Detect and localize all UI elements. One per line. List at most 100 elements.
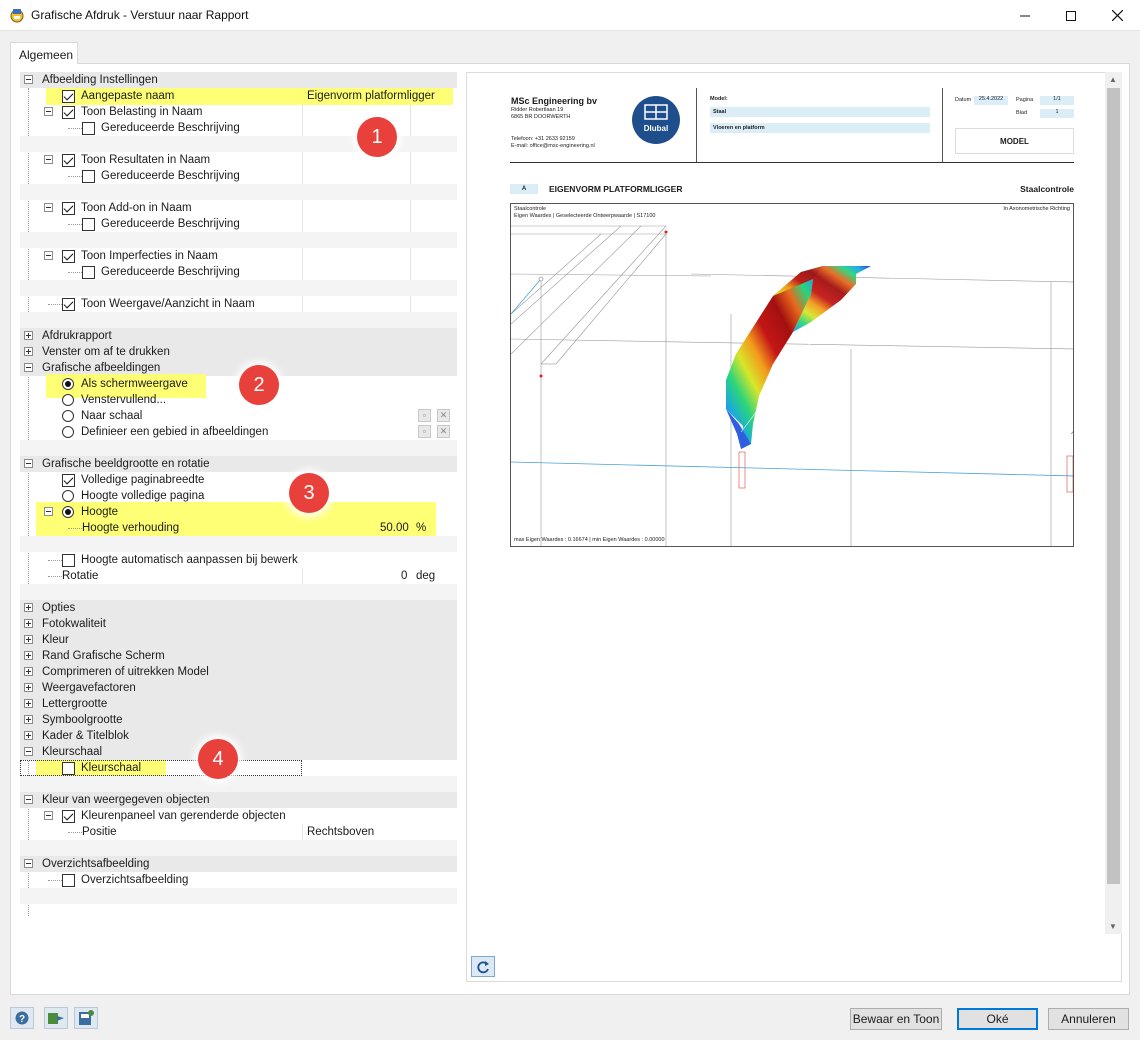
checkbox-gereduceerde-1[interactable] — [82, 122, 95, 135]
checkbox-toon-belasting[interactable] — [62, 106, 75, 119]
scroll-up-icon[interactable]: ▲ — [1109, 75, 1117, 84]
expand-icon[interactable] — [24, 715, 33, 724]
collapse-icon[interactable] — [24, 75, 33, 84]
expand-icon[interactable] — [24, 651, 33, 660]
value-hoogte-verhouding[interactable]: 50.00 — [380, 520, 409, 536]
help-button[interactable]: ? — [10, 1007, 34, 1029]
scroll-thumb[interactable] — [1107, 88, 1120, 884]
checkbox-kleurenpaneel[interactable] — [62, 810, 75, 823]
collapse-icon[interactable] — [44, 203, 53, 212]
send-to-report-button[interactable] — [44, 1007, 68, 1029]
close-button[interactable] — [1094, 0, 1140, 31]
radio-als-scherm[interactable] — [62, 378, 74, 390]
checkbox-hoogte-auto[interactable] — [62, 554, 75, 567]
row-kleurenpaneel[interactable]: Kleurenpaneel van gerenderde objecten — [20, 808, 457, 824]
radio-venstervullend[interactable] — [62, 394, 74, 406]
row-naar-schaal[interactable]: Naar schaal ▫ ✕ — [20, 408, 457, 424]
radio-hoogte[interactable] — [62, 506, 74, 518]
group-overzicht[interactable]: Overzichtsafbeelding — [20, 856, 457, 872]
maximize-button[interactable] — [1048, 0, 1094, 31]
expand-icon[interactable] — [24, 331, 33, 340]
row-toon-resultaten[interactable]: Toon Resultaten in Naam — [20, 152, 457, 168]
scale-edit-icon[interactable]: ▫ — [418, 409, 431, 422]
group-kleurschaal[interactable]: Kleurschaal — [20, 744, 457, 760]
collapse-icon[interactable] — [44, 155, 53, 164]
group-fotokwaliteit[interactable]: Fotokwaliteit — [20, 616, 457, 632]
expand-icon[interactable] — [24, 699, 33, 708]
row-hoogte-auto[interactable]: Hoogte automatisch aanpassen bij bewerk — [20, 552, 457, 568]
expand-icon[interactable] — [24, 731, 33, 740]
checkbox-overzicht[interactable] — [62, 874, 75, 887]
group-kleur[interactable]: Kleur — [20, 632, 457, 648]
radio-hoogte-volledig[interactable] — [62, 490, 74, 502]
group-lettergrootte[interactable]: Lettergrootte — [20, 696, 457, 712]
group-weergavefactoren[interactable]: Weergavefactoren — [20, 680, 457, 696]
area-delete-icon[interactable]: ✕ — [437, 425, 450, 438]
checkbox-toon-addon[interactable] — [62, 202, 75, 215]
expand-icon[interactable] — [24, 347, 33, 356]
checkbox-kleurschaal[interactable] — [62, 762, 75, 775]
row-overzicht[interactable]: Overzichtsafbeelding — [20, 872, 457, 888]
checkbox-gereduceerde-4[interactable] — [82, 266, 95, 279]
checkbox-toon-resultaten[interactable] — [62, 154, 75, 167]
scroll-down-icon[interactable]: ▼ — [1109, 922, 1117, 931]
row-volledige-breedte[interactable]: Volledige paginabreedte — [20, 472, 457, 488]
collapse-icon[interactable] — [44, 251, 53, 260]
group-kleur-weergegeven[interactable]: Kleur van weergegeven objecten — [20, 792, 457, 808]
radio-naar-schaal[interactable] — [62, 410, 74, 422]
minimize-button[interactable] — [1002, 0, 1048, 31]
collapse-icon[interactable] — [24, 747, 33, 756]
radio-definieer-gebied[interactable] — [62, 426, 74, 438]
area-edit-icon[interactable]: ▫ — [418, 425, 431, 438]
group-rand[interactable]: Rand Grafische Scherm — [20, 648, 457, 664]
row-toon-belasting[interactable]: Toon Belasting in Naam — [20, 104, 457, 120]
group-opties[interactable]: Opties — [20, 600, 457, 616]
tab-algemeen[interactable]: Algemeen — [10, 42, 78, 64]
group-kader[interactable]: Kader & Titelblok — [20, 728, 457, 744]
row-toon-addon[interactable]: Toon Add-on in Naam — [20, 200, 457, 216]
refresh-button[interactable] — [471, 956, 495, 977]
expand-icon[interactable] — [24, 619, 33, 628]
row-toon-imperfecties[interactable]: Toon Imperfecties in Naam — [20, 248, 457, 264]
checkbox-gereduceerde-2[interactable] — [82, 170, 95, 183]
expand-icon[interactable] — [24, 667, 33, 676]
value-rotatie[interactable]: 0 — [401, 568, 407, 584]
group-afbeelding-instellingen[interactable]: Afbeelding Instellingen — [20, 72, 457, 88]
row-aangepaste-naam[interactable]: Aangepaste naam Eigenvorm platformligger — [20, 88, 457, 104]
checkbox-toon-weergave[interactable] — [62, 298, 75, 311]
expand-icon[interactable] — [24, 683, 33, 692]
ok-button[interactable]: Oké — [957, 1008, 1038, 1030]
expand-icon[interactable] — [24, 603, 33, 612]
group-comprimeren[interactable]: Comprimeren of uitrekken Model — [20, 664, 457, 680]
row-gereduceerde-2[interactable]: Gereduceerde Beschrijving — [20, 168, 457, 184]
row-hoogte-verhouding[interactable]: Hoogte verhouding 50.00 % — [20, 520, 457, 536]
row-gereduceerde-3[interactable]: Gereduceerde Beschrijving — [20, 216, 457, 232]
group-beeldgrootte[interactable]: Grafische beeldgrootte en rotatie — [20, 456, 457, 472]
checkbox-aangepaste-naam[interactable] — [62, 90, 75, 103]
settings-tree[interactable]: Afbeelding Instellingen Aangepaste naam … — [20, 72, 457, 988]
group-venster[interactable]: Venster om af te drukken — [20, 344, 457, 360]
bewaar-en-toon-button[interactable]: Bewaar en Toon — [850, 1008, 942, 1030]
group-symboolgrootte[interactable]: Symboolgrootte — [20, 712, 457, 728]
row-positie[interactable]: Positie Rechtsboven — [20, 824, 457, 840]
row-toon-weergave[interactable]: Toon Weergave/Aanzicht in Naam — [20, 296, 457, 312]
row-definieer-gebied[interactable]: Definieer een gebied in afbeeldingen ▫ ✕ — [20, 424, 457, 440]
group-afdrukrapport[interactable]: Afdrukrapport — [20, 328, 457, 344]
scale-delete-icon[interactable]: ✕ — [437, 409, 450, 422]
print-settings-button[interactable] — [74, 1007, 98, 1029]
collapse-icon[interactable] — [44, 107, 53, 116]
collapse-icon[interactable] — [24, 795, 33, 804]
checkbox-toon-imperfecties[interactable] — [62, 250, 75, 263]
collapse-icon[interactable] — [24, 363, 33, 372]
collapse-icon[interactable] — [44, 507, 53, 516]
checkbox-volledige-breedte[interactable] — [62, 474, 75, 487]
collapse-icon[interactable] — [24, 459, 33, 468]
row-rotatie[interactable]: Rotatie 0 deg — [20, 568, 457, 584]
row-hoogte[interactable]: Hoogte — [20, 504, 457, 520]
expand-icon[interactable] — [24, 635, 33, 644]
annuleren-button[interactable]: Annuleren — [1048, 1008, 1129, 1030]
value-aangepaste-naam[interactable]: Eigenvorm platformligger — [307, 88, 435, 104]
value-positie[interactable]: Rechtsboven — [307, 824, 374, 840]
collapse-icon[interactable] — [44, 811, 53, 820]
row-venstervullend[interactable]: Venstervullend... — [20, 392, 457, 408]
